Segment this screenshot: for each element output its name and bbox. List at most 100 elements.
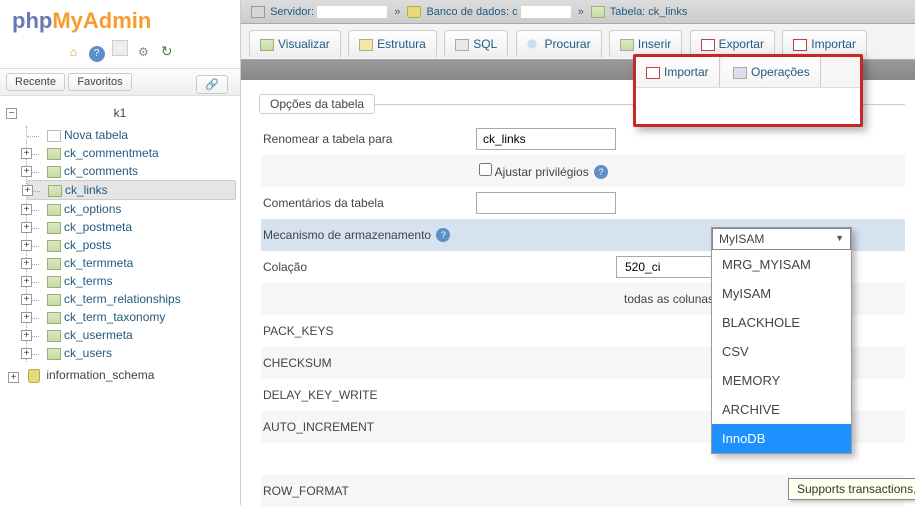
engine-option[interactable]: ARCHIVE [712,395,851,424]
table-link[interactable]: ck_posts [64,238,111,252]
tab-insert[interactable]: Inserir [609,30,682,57]
adjust-priv-checkbox[interactable] [479,163,492,176]
db-name-redacted [521,6,571,18]
engine-select[interactable]: MyISAM [712,228,851,250]
expand-icon[interactable]: + [21,166,32,177]
tab-sql[interactable]: SQL [444,30,508,57]
engine-option[interactable]: MEMORY [712,366,851,395]
expand-icon[interactable]: + [21,204,32,215]
link-icon[interactable]: 🔗 [196,75,228,94]
table-row[interactable]: +ck_usermeta [27,326,236,344]
table-link[interactable]: ck_postmeta [64,220,132,234]
table-link[interactable]: ck_users [64,346,112,360]
import-icon [793,39,807,51]
table-icon [48,185,62,197]
refresh-icon[interactable]: ↻ [159,43,175,59]
tab-import[interactable]: Importar [782,30,867,57]
table-row[interactable]: +ck_postmeta [27,218,236,236]
table-link[interactable]: ck_usermeta [64,328,133,342]
table-label[interactable]: Tabela: ck_links [610,6,688,18]
table-link[interactable]: ck_term_taxonomy [64,310,165,324]
favorites-tab[interactable]: Favoritos [68,73,131,91]
help-icon[interactable]: ? [436,228,450,242]
collation-label: Colação [261,260,476,274]
database-name[interactable]: k1 [114,106,127,120]
expand-icon[interactable]: + [21,348,32,359]
server-icon [251,6,265,18]
expand-icon[interactable]: + [22,185,33,196]
db-information-schema[interactable]: information_schema [46,368,154,382]
table-link[interactable]: ck_commentmeta [64,146,159,160]
table-row[interactable]: +ck_commentmeta [27,144,236,162]
table-link[interactable]: ck_links [65,183,108,197]
sql-window-icon[interactable] [112,40,128,56]
db2-expand-icon[interactable]: + [8,372,19,383]
table-row[interactable]: +ck_links [27,180,236,200]
table-icon [591,6,605,18]
popup-operations-button[interactable]: Operações [723,57,821,87]
engine-option[interactable]: MRG_MYISAM [712,250,851,279]
engine-dropdown[interactable]: MyISAM MRG_MYISAMMyISAMBLACKHOLECSVMEMOR… [711,227,852,454]
logo-php: php [12,8,52,33]
table-row[interactable]: +ck_posts [27,236,236,254]
expand-icon[interactable]: + [21,240,32,251]
table-row[interactable]: +ck_termmeta [27,254,236,272]
expand-icon[interactable]: + [21,222,32,233]
table-row[interactable]: +ck_term_taxonomy [27,308,236,326]
table-icon [47,166,61,178]
expand-icon[interactable]: + [21,330,32,341]
table-icon [47,148,61,160]
table-link[interactable]: ck_termmeta [64,256,133,270]
all-columns-text: todas as colunas [624,292,714,306]
db-collapse-icon[interactable]: − [6,108,17,119]
settings-icon[interactable]: ⚙ [135,45,151,61]
logo[interactable]: phpMyAdmin [0,0,240,38]
table-row[interactable]: +ck_comments [27,162,236,180]
expand-icon[interactable]: + [21,276,32,287]
help-icon[interactable]: ? [594,165,608,179]
table-link[interactable]: ck_options [64,202,121,216]
engine-label: Mecanismo de armazenamento [263,228,431,242]
engine-option[interactable]: MyISAM [712,279,851,308]
server-label[interactable]: Servidor: [270,6,314,18]
expand-icon[interactable]: + [21,258,32,269]
engine-option[interactable]: BLACKHOLE [712,308,851,337]
table-row[interactable]: +ck_users [27,344,236,362]
table-row[interactable]: +ck_options [27,200,236,218]
db-label[interactable]: Banco de dados: c [426,6,517,18]
engine-option[interactable]: CSV [712,337,851,366]
table-icon [47,294,61,306]
rename-input[interactable] [476,128,616,150]
new-table-link[interactable]: Nova tabela [64,128,128,142]
tab-structure[interactable]: Estrutura [348,30,437,57]
comments-input[interactable] [476,192,616,214]
export-icon [701,39,715,51]
breadcrumb: Servidor: » Banco de dados: c » Tabela: … [241,0,915,24]
import-icon [646,67,660,79]
recent-tab[interactable]: Recente [6,73,65,91]
comments-label: Comentários da tabela [261,196,476,210]
tab-export[interactable]: Exportar [690,30,775,57]
table-row[interactable]: +ck_term_relationships [27,290,236,308]
table-icon [47,204,61,216]
table-icon [47,222,61,234]
table-link[interactable]: ck_comments [64,164,138,178]
table-link[interactable]: ck_term_relationships [64,292,181,306]
expand-icon[interactable]: + [21,312,32,323]
help-icon[interactable]: ? [89,46,105,62]
new-table-icon [47,130,61,142]
table-link[interactable]: ck_terms [64,274,113,288]
adjust-priv-label: Ajustar privilégios [495,165,589,179]
expand-icon[interactable]: + [21,148,32,159]
tab-browse[interactable]: Visualizar [249,30,341,57]
expand-icon[interactable]: + [21,294,32,305]
rename-label: Renomear a tabela para [261,132,476,146]
insert-icon [620,39,634,51]
home-icon[interactable]: ⌂ [65,45,81,61]
delay-key-write-label: DELAY_KEY_WRITE [261,388,476,402]
fieldset-title: Opções da tabela [259,94,375,114]
engine-option[interactable]: InnoDB [712,424,851,453]
popup-import-button[interactable]: Importar [636,57,720,87]
tab-search[interactable]: Procurar [516,30,602,57]
table-row[interactable]: +ck_terms [27,272,236,290]
